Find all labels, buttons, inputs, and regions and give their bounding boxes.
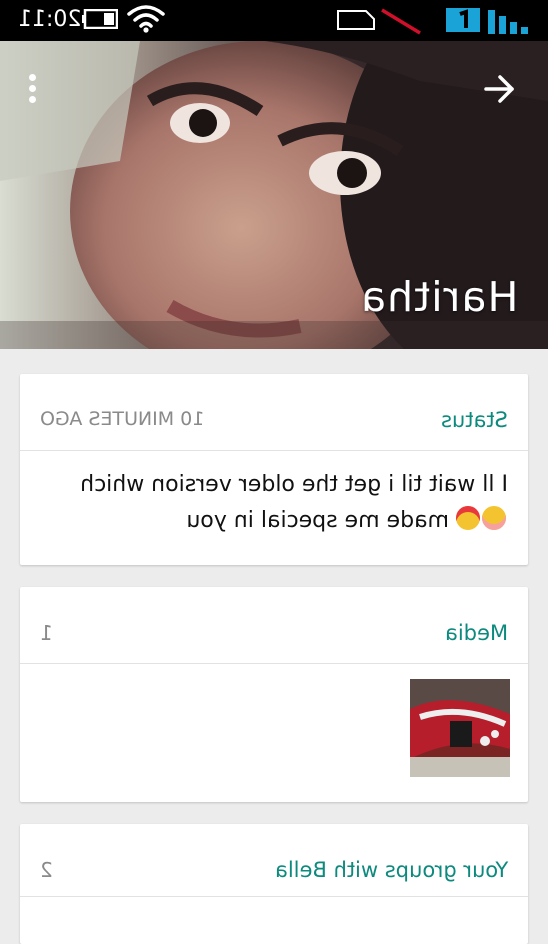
profile-header: Haritha	[0, 41, 548, 349]
media-card: 1 Media	[20, 587, 528, 802]
no-signal-icon	[381, 8, 421, 35]
media-count: 1	[40, 621, 53, 645]
status-card-header: 10 MINUTES AGO Status	[20, 374, 528, 451]
groups-card-header[interactable]: 2 Your groups with Bella	[20, 824, 528, 897]
data-1-icon	[446, 8, 480, 32]
media-card-header[interactable]: 1 Media	[20, 587, 528, 664]
groups-card: 2 Your groups with Bella	[20, 824, 528, 944]
groups-count: 2	[40, 858, 53, 882]
status-title: Status	[441, 408, 508, 432]
media-title: Media	[444, 621, 508, 645]
heart-eyes-emoji	[456, 506, 480, 530]
more-vertical-icon[interactable]	[22, 74, 42, 108]
contact-name: Haritha	[359, 273, 518, 321]
sim-icon	[337, 10, 375, 30]
arrow-right-icon[interactable]	[482, 73, 518, 105]
smiling-blushing-emoji	[482, 506, 506, 530]
battery-icon	[82, 9, 118, 29]
status-card: 10 MINUTES AGO Status I ll wait til i ge…	[20, 374, 528, 565]
status-time: 20:11	[18, 7, 82, 32]
wifi-icon	[127, 5, 165, 33]
media-thumbnail[interactable]	[410, 679, 510, 777]
groups-title: Your groups with Bella	[274, 858, 508, 882]
status-line-1: I ll wait til i get the older version wh…	[80, 472, 508, 497]
status-bar: 20:11	[0, 0, 548, 41]
status-line-2: made me special in you	[48, 503, 508, 539]
status-time-ago: 10 MINUTES AGO	[40, 408, 205, 430]
signal-bars-icon	[488, 10, 528, 34]
status-line-2-text: made me special in you	[186, 508, 449, 533]
status-message: I ll wait til i get the older version wh…	[48, 467, 508, 539]
